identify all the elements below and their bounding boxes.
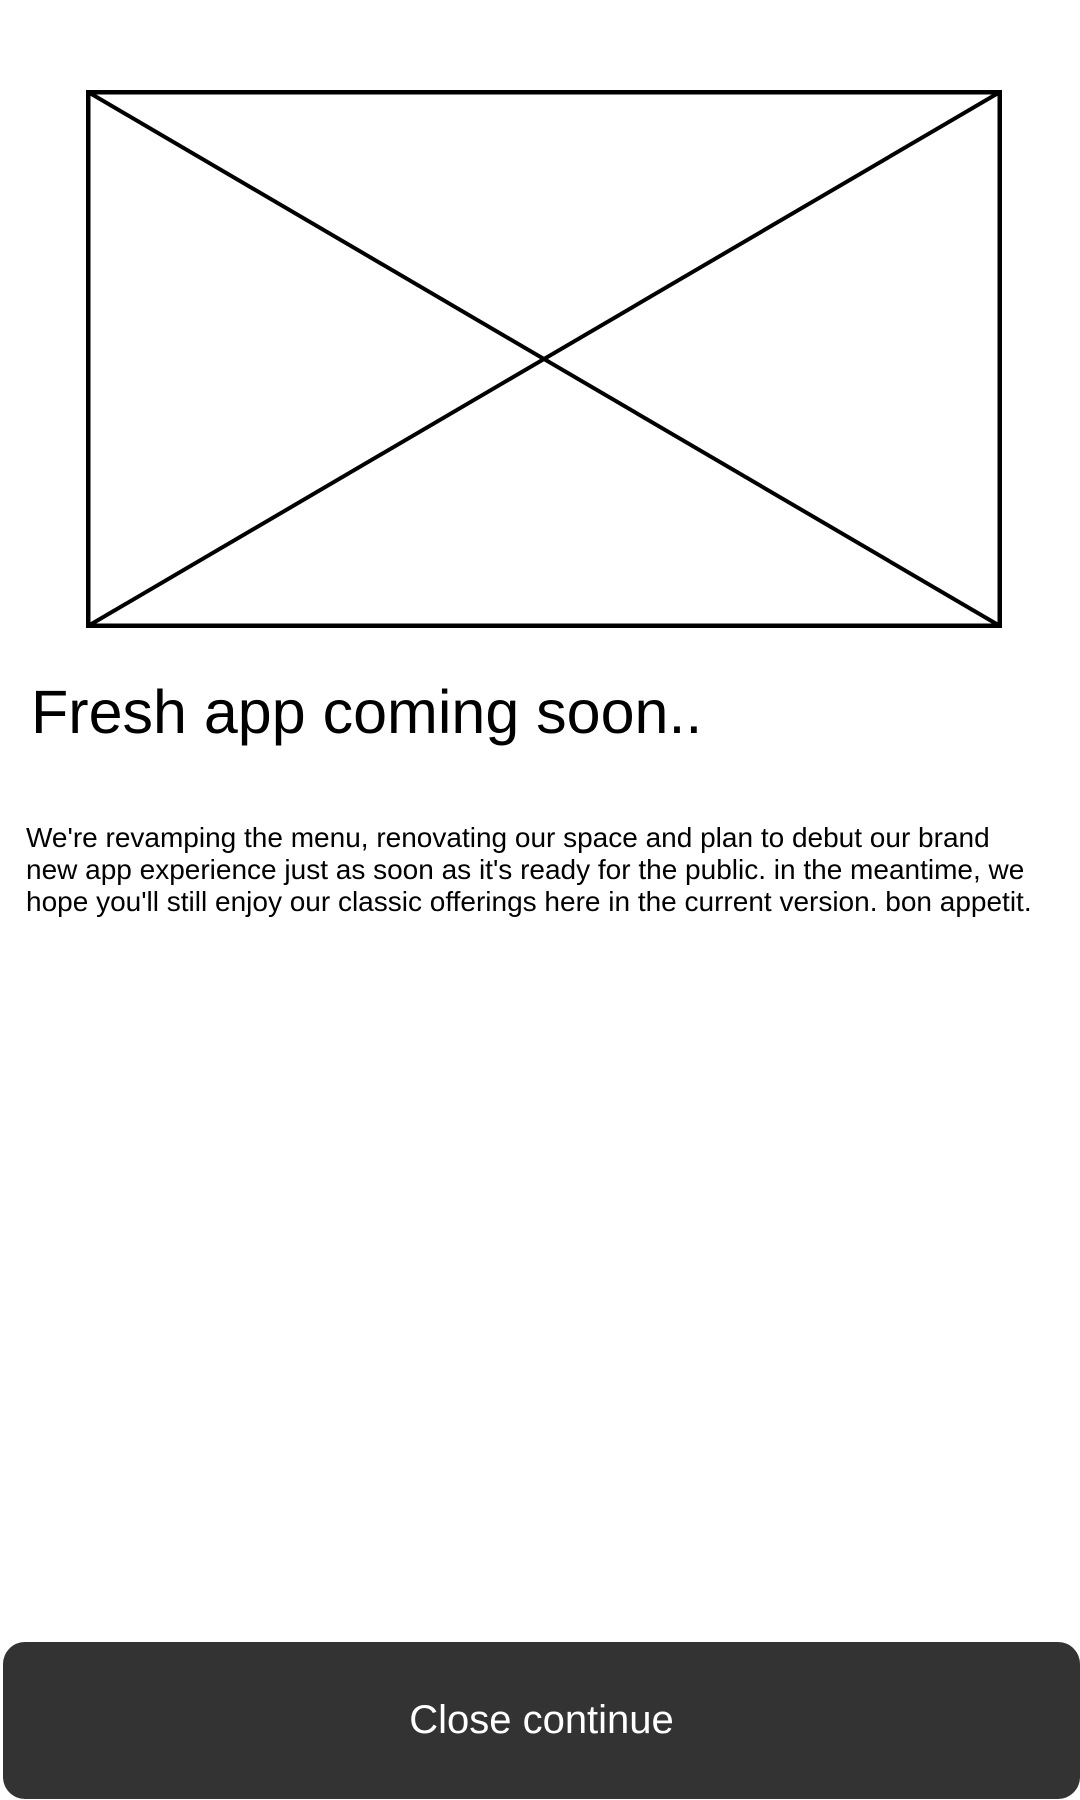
description-text: We're revamping the menu, renovating our…	[26, 822, 1032, 917]
image-placeholder-icon	[86, 90, 1002, 628]
page-title: Fresh app coming soon..	[31, 678, 703, 746]
close-continue-button[interactable]: Close continue	[3, 1642, 1080, 1799]
close-continue-label: Close continue	[409, 1698, 674, 1742]
image-placeholder-graphic	[86, 90, 1002, 628]
